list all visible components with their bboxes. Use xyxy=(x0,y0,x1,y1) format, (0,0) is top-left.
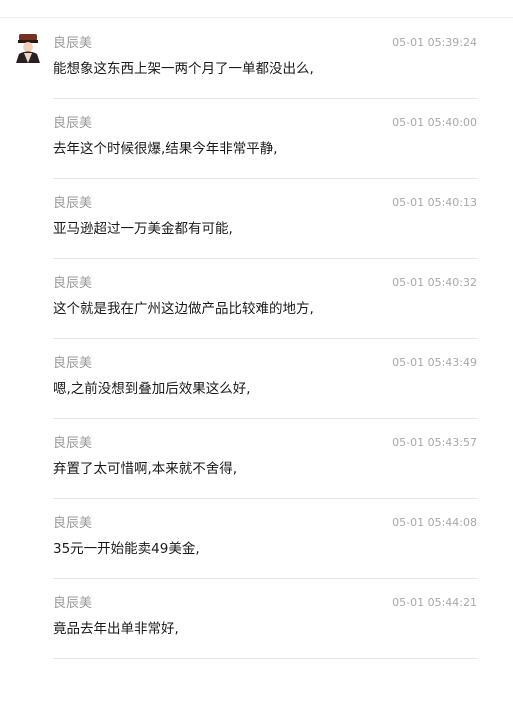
message-timestamp: 05-01 05:44:21 xyxy=(392,596,477,609)
message-timestamp: 05-01 05:43:49 xyxy=(392,356,477,369)
message-timestamp: 05-01 05:39:24 xyxy=(392,36,477,49)
message-text: 弃置了太可惜啊,本来就不舍得, xyxy=(53,461,238,477)
message-sender: 良辰美 xyxy=(53,596,93,611)
message-divider xyxy=(53,658,477,659)
message-text: 这个就是我在广州这边做产品比较难的地方, xyxy=(53,301,314,317)
message-sender: 良辰美 xyxy=(53,36,93,51)
message-text: 去年这个时候很爆,结果今年非常平静, xyxy=(53,141,278,157)
message-text: 亚马逊超过一万美金都有可能, xyxy=(53,221,233,237)
avatar-portrait-icon xyxy=(13,33,43,63)
message-text: 竟品去年出单非常好, xyxy=(53,621,179,637)
message-timestamp: 05-01 05:40:13 xyxy=(392,196,477,209)
chat-message[interactable]: 良辰美 05-01 05:39:24 能想象这东西上架一两个月了一单都没出么, xyxy=(0,19,513,99)
chat-message-list[interactable]: 良辰美 05-01 05:39:24 能想象这东西上架一两个月了一单都没出么, … xyxy=(0,19,513,659)
message-timestamp: 05-01 05:40:32 xyxy=(392,276,477,289)
user-avatar[interactable] xyxy=(13,33,43,63)
message-sender: 良辰美 xyxy=(53,436,93,451)
chat-message[interactable]: 良辰美 05-01 05:40:00 去年这个时候很爆,结果今年非常平静, xyxy=(0,99,513,179)
chat-message[interactable]: 良辰美 05-01 05:40:13 亚马逊超过一万美金都有可能, xyxy=(0,179,513,259)
chat-message[interactable]: 良辰美 05-01 05:44:21 竟品去年出单非常好, xyxy=(0,579,513,659)
message-timestamp: 05-01 05:40:00 xyxy=(392,116,477,129)
chat-message[interactable]: 良辰美 05-01 05:43:57 弃置了太可惜啊,本来就不舍得, xyxy=(0,419,513,499)
message-sender: 良辰美 xyxy=(53,276,93,291)
message-timestamp: 05-01 05:44:08 xyxy=(392,516,477,529)
message-sender: 良辰美 xyxy=(53,116,93,131)
message-text: 35元一开始能卖49美金, xyxy=(53,541,200,557)
chat-message[interactable]: 良辰美 05-01 05:44:08 35元一开始能卖49美金, xyxy=(0,499,513,579)
message-sender: 良辰美 xyxy=(53,356,93,371)
chat-message[interactable]: 良辰美 05-01 05:43:49 嗯,之前没想到叠加后效果这么好, xyxy=(0,339,513,419)
message-text: 能想象这东西上架一两个月了一单都没出么, xyxy=(53,61,314,77)
top-divider xyxy=(0,17,513,18)
message-sender: 良辰美 xyxy=(53,516,93,531)
chat-message[interactable]: 良辰美 05-01 05:40:32 这个就是我在广州这边做产品比较难的地方, xyxy=(0,259,513,339)
message-text: 嗯,之前没想到叠加后效果这么好, xyxy=(53,381,251,397)
message-sender: 良辰美 xyxy=(53,196,93,211)
message-timestamp: 05-01 05:43:57 xyxy=(392,436,477,449)
